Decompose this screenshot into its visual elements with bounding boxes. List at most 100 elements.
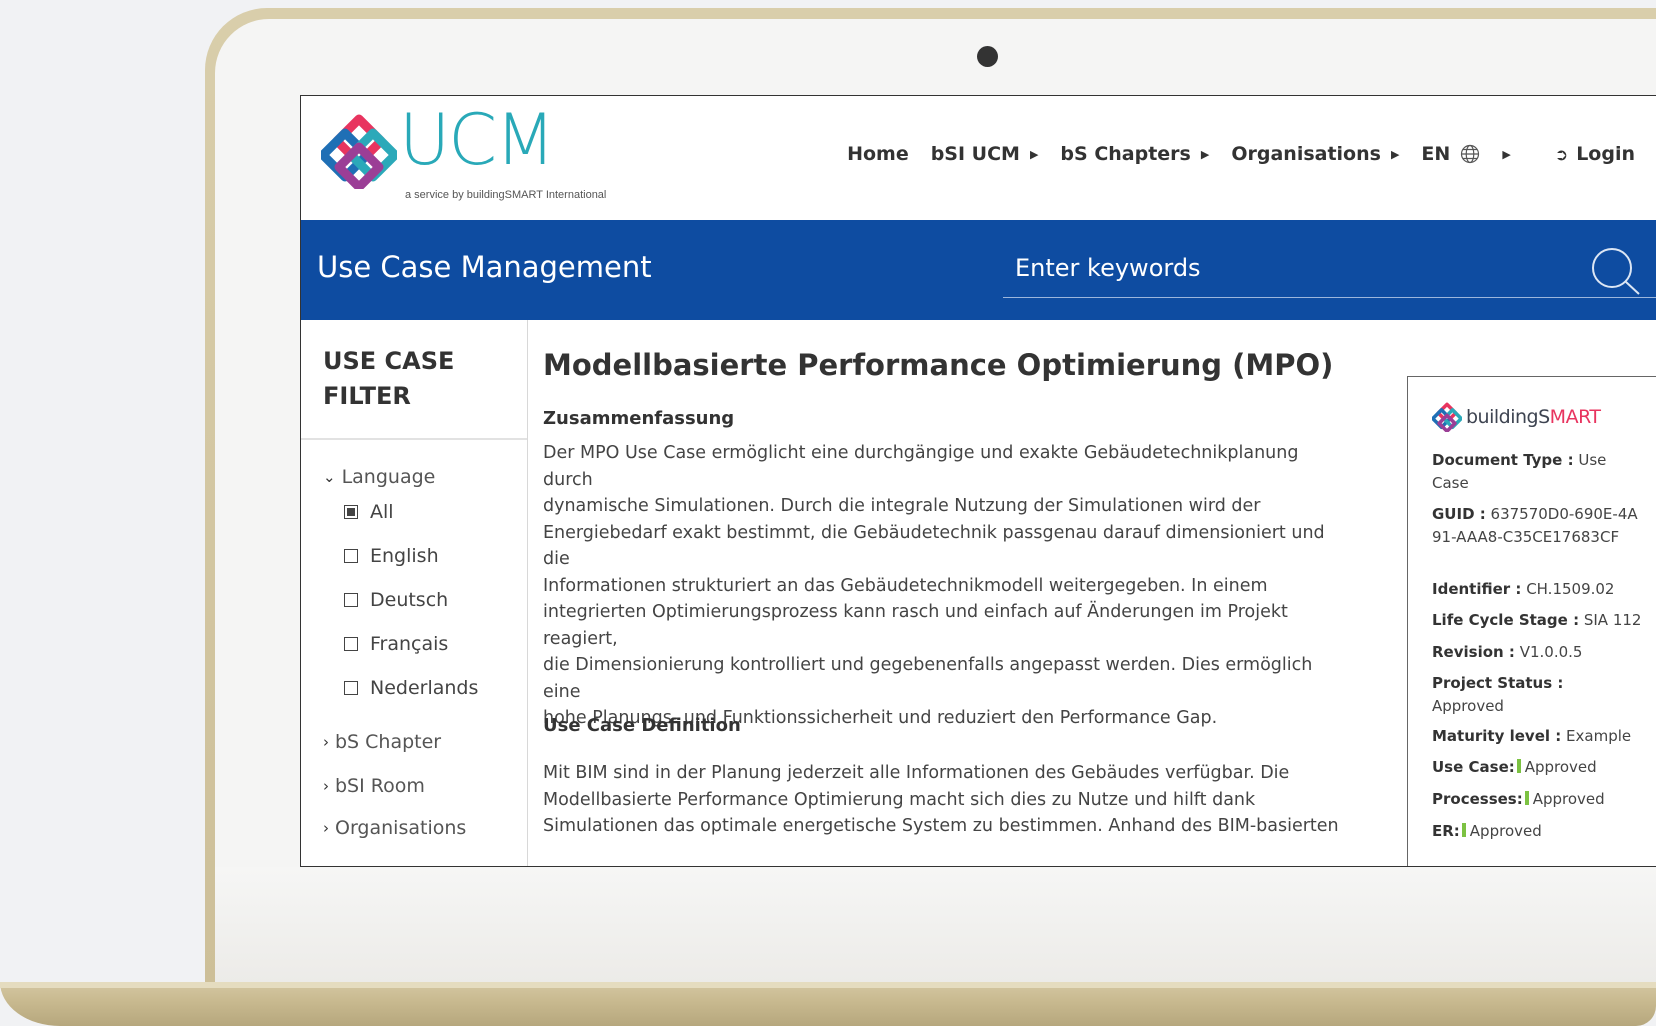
- use-case-info-panel: buildingSMART Document Type : Use Case G…: [1407, 376, 1656, 866]
- language-option-nederlands[interactable]: Nederlands: [344, 677, 478, 699]
- definition-heading: Use Case Definition: [543, 715, 741, 736]
- meta-identifier: Identifier : CH.1509.02: [1432, 578, 1642, 601]
- meta-value: Approved: [1532, 790, 1605, 808]
- screen: UCM a service by buildingSMART Internati…: [300, 95, 1656, 867]
- logo-prefix: buildingS: [1466, 406, 1550, 428]
- meta-key: ER:: [1432, 822, 1460, 840]
- facet-bsi-room[interactable]: › bSI Room: [323, 775, 425, 797]
- text-line: Modellbasierte Performance Optimierung m…: [543, 789, 1256, 810]
- logo-tagline: a service by buildingSMART International: [405, 189, 607, 201]
- meta-use-case-status: Use Case: Approved: [1432, 756, 1642, 779]
- meta-revision: Revision : V1.0.0.5: [1432, 641, 1642, 664]
- filter-sidebar: USE CASE FILTER ⌄ Language All English D…: [301, 320, 528, 866]
- meta-value: SIA 112: [1583, 611, 1642, 629]
- meta-key: Processes:: [1432, 790, 1523, 808]
- text-line: integrierten Optimierungsprozess kann ra…: [543, 602, 1288, 649]
- chevron-down-icon: ⌄: [323, 468, 336, 486]
- option-label: Deutsch: [370, 589, 449, 611]
- title-band: Use Case Management: [301, 220, 1656, 320]
- nav-language-label: EN: [1421, 143, 1451, 165]
- summary-heading: Zusammenfassung: [543, 408, 735, 429]
- meta-key: Maturity level :: [1432, 727, 1562, 745]
- nav-bsi-ucm[interactable]: bSI UCM ▶: [931, 143, 1039, 165]
- checkbox-icon[interactable]: [344, 637, 358, 651]
- text-line: die Dimensionierung kontrolliert und geg…: [543, 655, 1313, 702]
- text-line: Der MPO Use Case ermöglicht eine durchgä…: [543, 443, 1299, 490]
- language-option-deutsch[interactable]: Deutsch: [344, 589, 448, 611]
- globe-icon: [1461, 144, 1480, 164]
- search-icon[interactable]: [1589, 246, 1641, 296]
- checkbox-icon[interactable]: [344, 681, 358, 695]
- meta-key: Revision :: [1432, 643, 1515, 661]
- meta-key: GUID :: [1432, 505, 1486, 523]
- definition-paragraph: Mit BIM sind in der Planung jederzeit al…: [543, 760, 1343, 840]
- meta-er-status: ER: Approved: [1432, 820, 1642, 843]
- facet-bs-chapter[interactable]: › bS Chapter: [323, 731, 441, 753]
- nav-home[interactable]: Home: [847, 143, 909, 165]
- caret-right-icon: ▶: [1390, 147, 1400, 161]
- nav-home-label: Home: [847, 143, 909, 165]
- laptop-chin: [215, 867, 1656, 984]
- buildingsmart-logo-text: buildingSMART: [1466, 406, 1601, 428]
- meta-key: Use Case:: [1432, 758, 1515, 776]
- meta-value: Approved: [1432, 697, 1504, 715]
- divider: [301, 438, 527, 440]
- option-label: All: [370, 501, 394, 523]
- search-input[interactable]: [1015, 248, 1555, 288]
- meta-value: V1.0.0.5: [1519, 643, 1583, 661]
- search-bar: [1003, 242, 1656, 298]
- meta-value: CH.1509.02: [1526, 580, 1615, 598]
- use-case-content: Modellbasierte Performance Optimierung (…: [543, 320, 1343, 866]
- logo-text: UCM: [399, 99, 556, 181]
- meta-value: Example: [1566, 727, 1632, 745]
- checkbox-icon[interactable]: [344, 549, 358, 563]
- site-header: UCM a service by buildingSMART Internati…: [301, 96, 1656, 220]
- checkbox-checked-icon[interactable]: [344, 505, 358, 519]
- facet-label: bS Chapter: [335, 731, 442, 753]
- caret-right-icon: ▶: [1502, 147, 1511, 161]
- summary-paragraph: Der MPO Use Case ermöglicht eine durchgä…: [543, 440, 1343, 732]
- meta-guid: GUID : 637570D0-690E-4A91-AAA8-C35CE1768…: [1432, 503, 1642, 549]
- nav-organisations[interactable]: Organisations ▶: [1231, 143, 1399, 165]
- ucm-logo[interactable]: UCM a service by buildingSMART Internati…: [321, 99, 611, 201]
- option-label: English: [370, 545, 439, 567]
- filter-title: USE CASE FILTER: [323, 347, 455, 410]
- meta-key: Life Cycle Stage :: [1432, 611, 1580, 629]
- language-option-francais[interactable]: Français: [344, 633, 448, 655]
- meta-value: Approved: [1524, 758, 1597, 776]
- nav-bsi-ucm-label: bSI UCM: [930, 143, 1020, 165]
- text-line: Informationen strukturiert an das Gebäud…: [543, 575, 1268, 596]
- status-indicator: [1461, 823, 1466, 837]
- nav-language[interactable]: EN ▶: [1421, 143, 1510, 165]
- checkbox-icon[interactable]: [344, 593, 358, 607]
- facet-organisations[interactable]: › Organisations: [323, 817, 466, 839]
- text-line: Energiebedarf exakt bestimmt, die Gebäud…: [543, 522, 1325, 570]
- facet-label: Organisations: [335, 817, 467, 839]
- facet-label: bSI Room: [335, 775, 425, 797]
- nav-organisations-label: Organisations: [1231, 143, 1381, 165]
- camera-icon: [977, 46, 998, 67]
- option-label: Français: [370, 633, 449, 655]
- nav-login[interactable]: ➲ Login: [1555, 143, 1635, 165]
- nav-bs-chapters[interactable]: bS Chapters ▶: [1060, 143, 1209, 165]
- language-option-english[interactable]: English: [344, 545, 439, 567]
- laptop-base-highlight: [0, 982, 1656, 988]
- meta-value: Approved: [1469, 822, 1542, 840]
- text-line: Simulationen das optimale energetische S…: [543, 816, 1339, 836]
- chevron-right-icon: ›: [323, 819, 329, 837]
- logo-suffix: MART: [1549, 406, 1601, 428]
- buildingsmart-logo-icon: [1432, 402, 1462, 432]
- text-line: dynamische Simulationen. Durch die integ…: [543, 496, 1261, 516]
- nav-bs-chapters-label: bS Chapters: [1060, 143, 1191, 165]
- option-label: Nederlands: [370, 677, 479, 699]
- meta-project-status: Project Status : Approved: [1432, 672, 1642, 718]
- nav-login-label: Login: [1576, 143, 1635, 165]
- facet-language[interactable]: ⌄ Language: [323, 466, 435, 488]
- chevron-right-icon: ›: [323, 733, 329, 751]
- buildingsmart-logo: buildingSMART: [1432, 401, 1601, 433]
- language-option-all[interactable]: All: [344, 501, 394, 523]
- ucm-logo-icon: [321, 114, 397, 189]
- meta-processes-status: Processes: Approved: [1432, 788, 1642, 811]
- caret-right-icon: ▶: [1200, 147, 1210, 161]
- caret-right-icon: ▶: [1029, 147, 1039, 161]
